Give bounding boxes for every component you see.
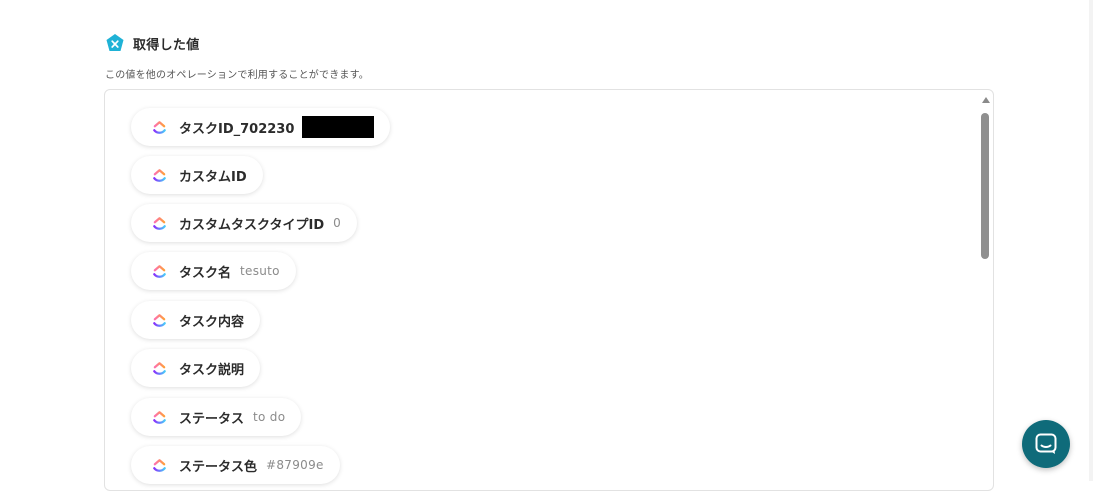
value-chip-custom-id[interactable]: カスタムID bbox=[131, 156, 263, 194]
redacted-value bbox=[302, 116, 375, 138]
section-description: この値を他のオペレーションで利用することができます。 bbox=[105, 70, 369, 81]
field-label: カスタムID bbox=[179, 169, 247, 185]
section-title: 取得した値 bbox=[133, 37, 200, 53]
value-chip-status-color[interactable]: ステータス色 #87909e bbox=[131, 446, 340, 484]
field-label: カスタムタスクタイプID bbox=[179, 217, 325, 233]
clickup-icon bbox=[153, 313, 166, 327]
section-header: 取得した値 bbox=[105, 33, 200, 53]
value-chip-task-id[interactable]: タスクID_702230 bbox=[131, 108, 391, 146]
value-chip-status[interactable]: ステータス to do bbox=[131, 398, 302, 436]
field-label: ステータス色 bbox=[179, 459, 258, 475]
value-chip-task-description[interactable]: タスク説明 bbox=[131, 349, 261, 387]
scrollbar-thumb[interactable] bbox=[981, 113, 989, 259]
values-panel[interactable]: タスクID_702230 カスタムID カスタムタスクタイプID 0 タスク名 … bbox=[104, 89, 994, 491]
value-chip-task-content[interactable]: タスク内容 bbox=[131, 301, 261, 339]
field-label: タスク内容 bbox=[179, 314, 245, 330]
field-label: タスク名 bbox=[179, 265, 232, 281]
clickup-icon bbox=[153, 168, 166, 182]
field-value: to do bbox=[253, 410, 286, 424]
clickup-icon bbox=[153, 216, 166, 230]
chat-icon bbox=[1035, 433, 1057, 454]
field-value: #87909e bbox=[266, 458, 324, 472]
clickup-icon bbox=[153, 458, 166, 472]
page-edge bbox=[1089, 0, 1093, 481]
clickup-icon bbox=[153, 361, 166, 375]
scroll-up-arrow[interactable] bbox=[982, 97, 990, 103]
clickup-icon bbox=[153, 410, 166, 424]
chat-button[interactable] bbox=[1022, 420, 1070, 468]
field-value: 0 bbox=[333, 216, 342, 230]
field-label: タスク説明 bbox=[179, 362, 245, 378]
clickup-icon bbox=[153, 264, 166, 278]
field-value: tesuto bbox=[240, 264, 280, 278]
clickup-icon bbox=[153, 120, 166, 134]
field-label: ステータス bbox=[179, 411, 245, 427]
value-chip-task-name[interactable]: タスク名 tesuto bbox=[131, 252, 296, 290]
yoom-x-icon bbox=[106, 34, 124, 51]
value-chip-custom-task-type-id[interactable]: カスタムタスクタイプID 0 bbox=[131, 204, 358, 242]
field-label: タスクID_702230 bbox=[179, 121, 295, 137]
